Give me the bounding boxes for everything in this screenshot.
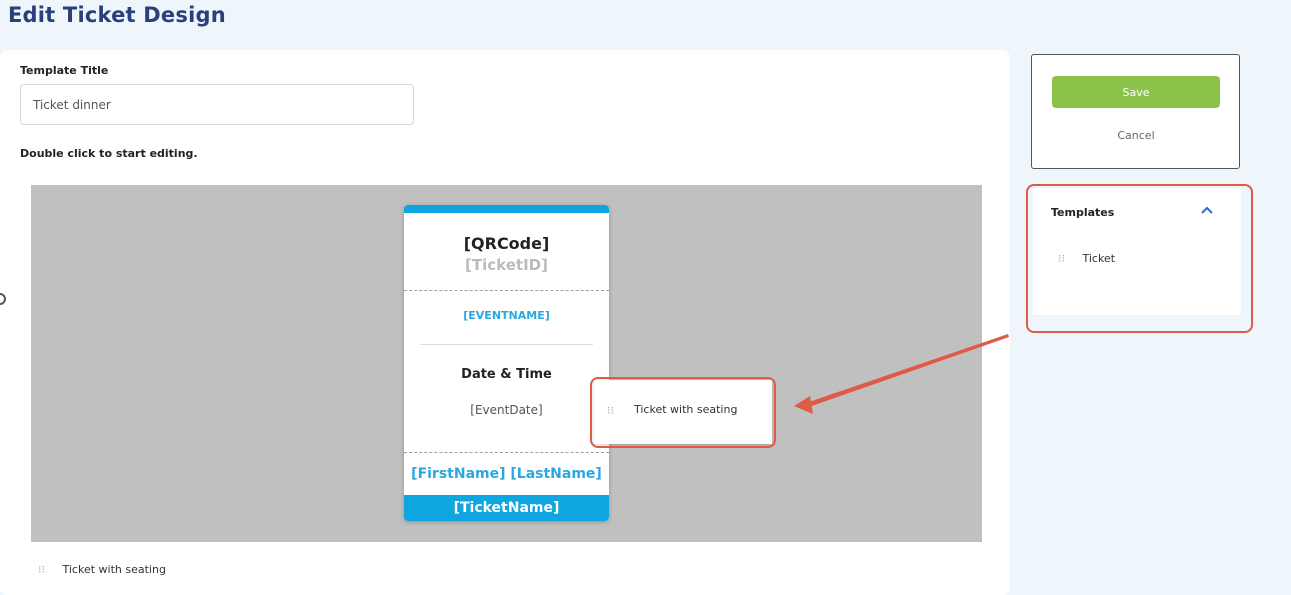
cancel-button[interactable]: Cancel (1052, 125, 1220, 145)
ticket-event-name[interactable]: [EVENTNAME] (404, 309, 609, 322)
ticket-attendee-name[interactable]: [FirstName] [LastName] (404, 466, 609, 482)
page-title: Edit Ticket Design (8, 3, 226, 27)
ticket-preview[interactable]: [QRCode] [TicketID] [EVENTNAME] Date & T… (404, 205, 609, 521)
ticket-divider (404, 452, 609, 453)
ticket-event-date[interactable]: [EventDate] (404, 403, 609, 417)
ticket-id-placeholder[interactable]: [TicketID] (404, 256, 609, 274)
highlight-box (590, 377, 776, 448)
action-panel: Save Cancel (1031, 54, 1240, 169)
highlight-box (1026, 184, 1253, 333)
ticket-separator (420, 344, 593, 345)
drag-handle-icon[interactable]: ⁝⁝ (38, 563, 45, 576)
save-button[interactable]: Save (1052, 76, 1220, 108)
ticket-date-time-label[interactable]: Date & Time (404, 367, 609, 382)
template-item-label: Ticket with seating (62, 563, 166, 576)
editing-hint: Double click to start editing. (20, 147, 198, 160)
ticket-qr-placeholder[interactable]: [QRCode] (404, 234, 609, 253)
ticket-name-bar[interactable]: [TicketName] (404, 495, 609, 521)
template-title-label: Template Title (20, 64, 109, 77)
ticket-divider (404, 290, 609, 291)
template-list-item[interactable]: ⁝⁝ Ticket with seating (38, 563, 166, 576)
template-title-input[interactable] (20, 84, 414, 125)
ticket-top-bar (404, 205, 609, 213)
